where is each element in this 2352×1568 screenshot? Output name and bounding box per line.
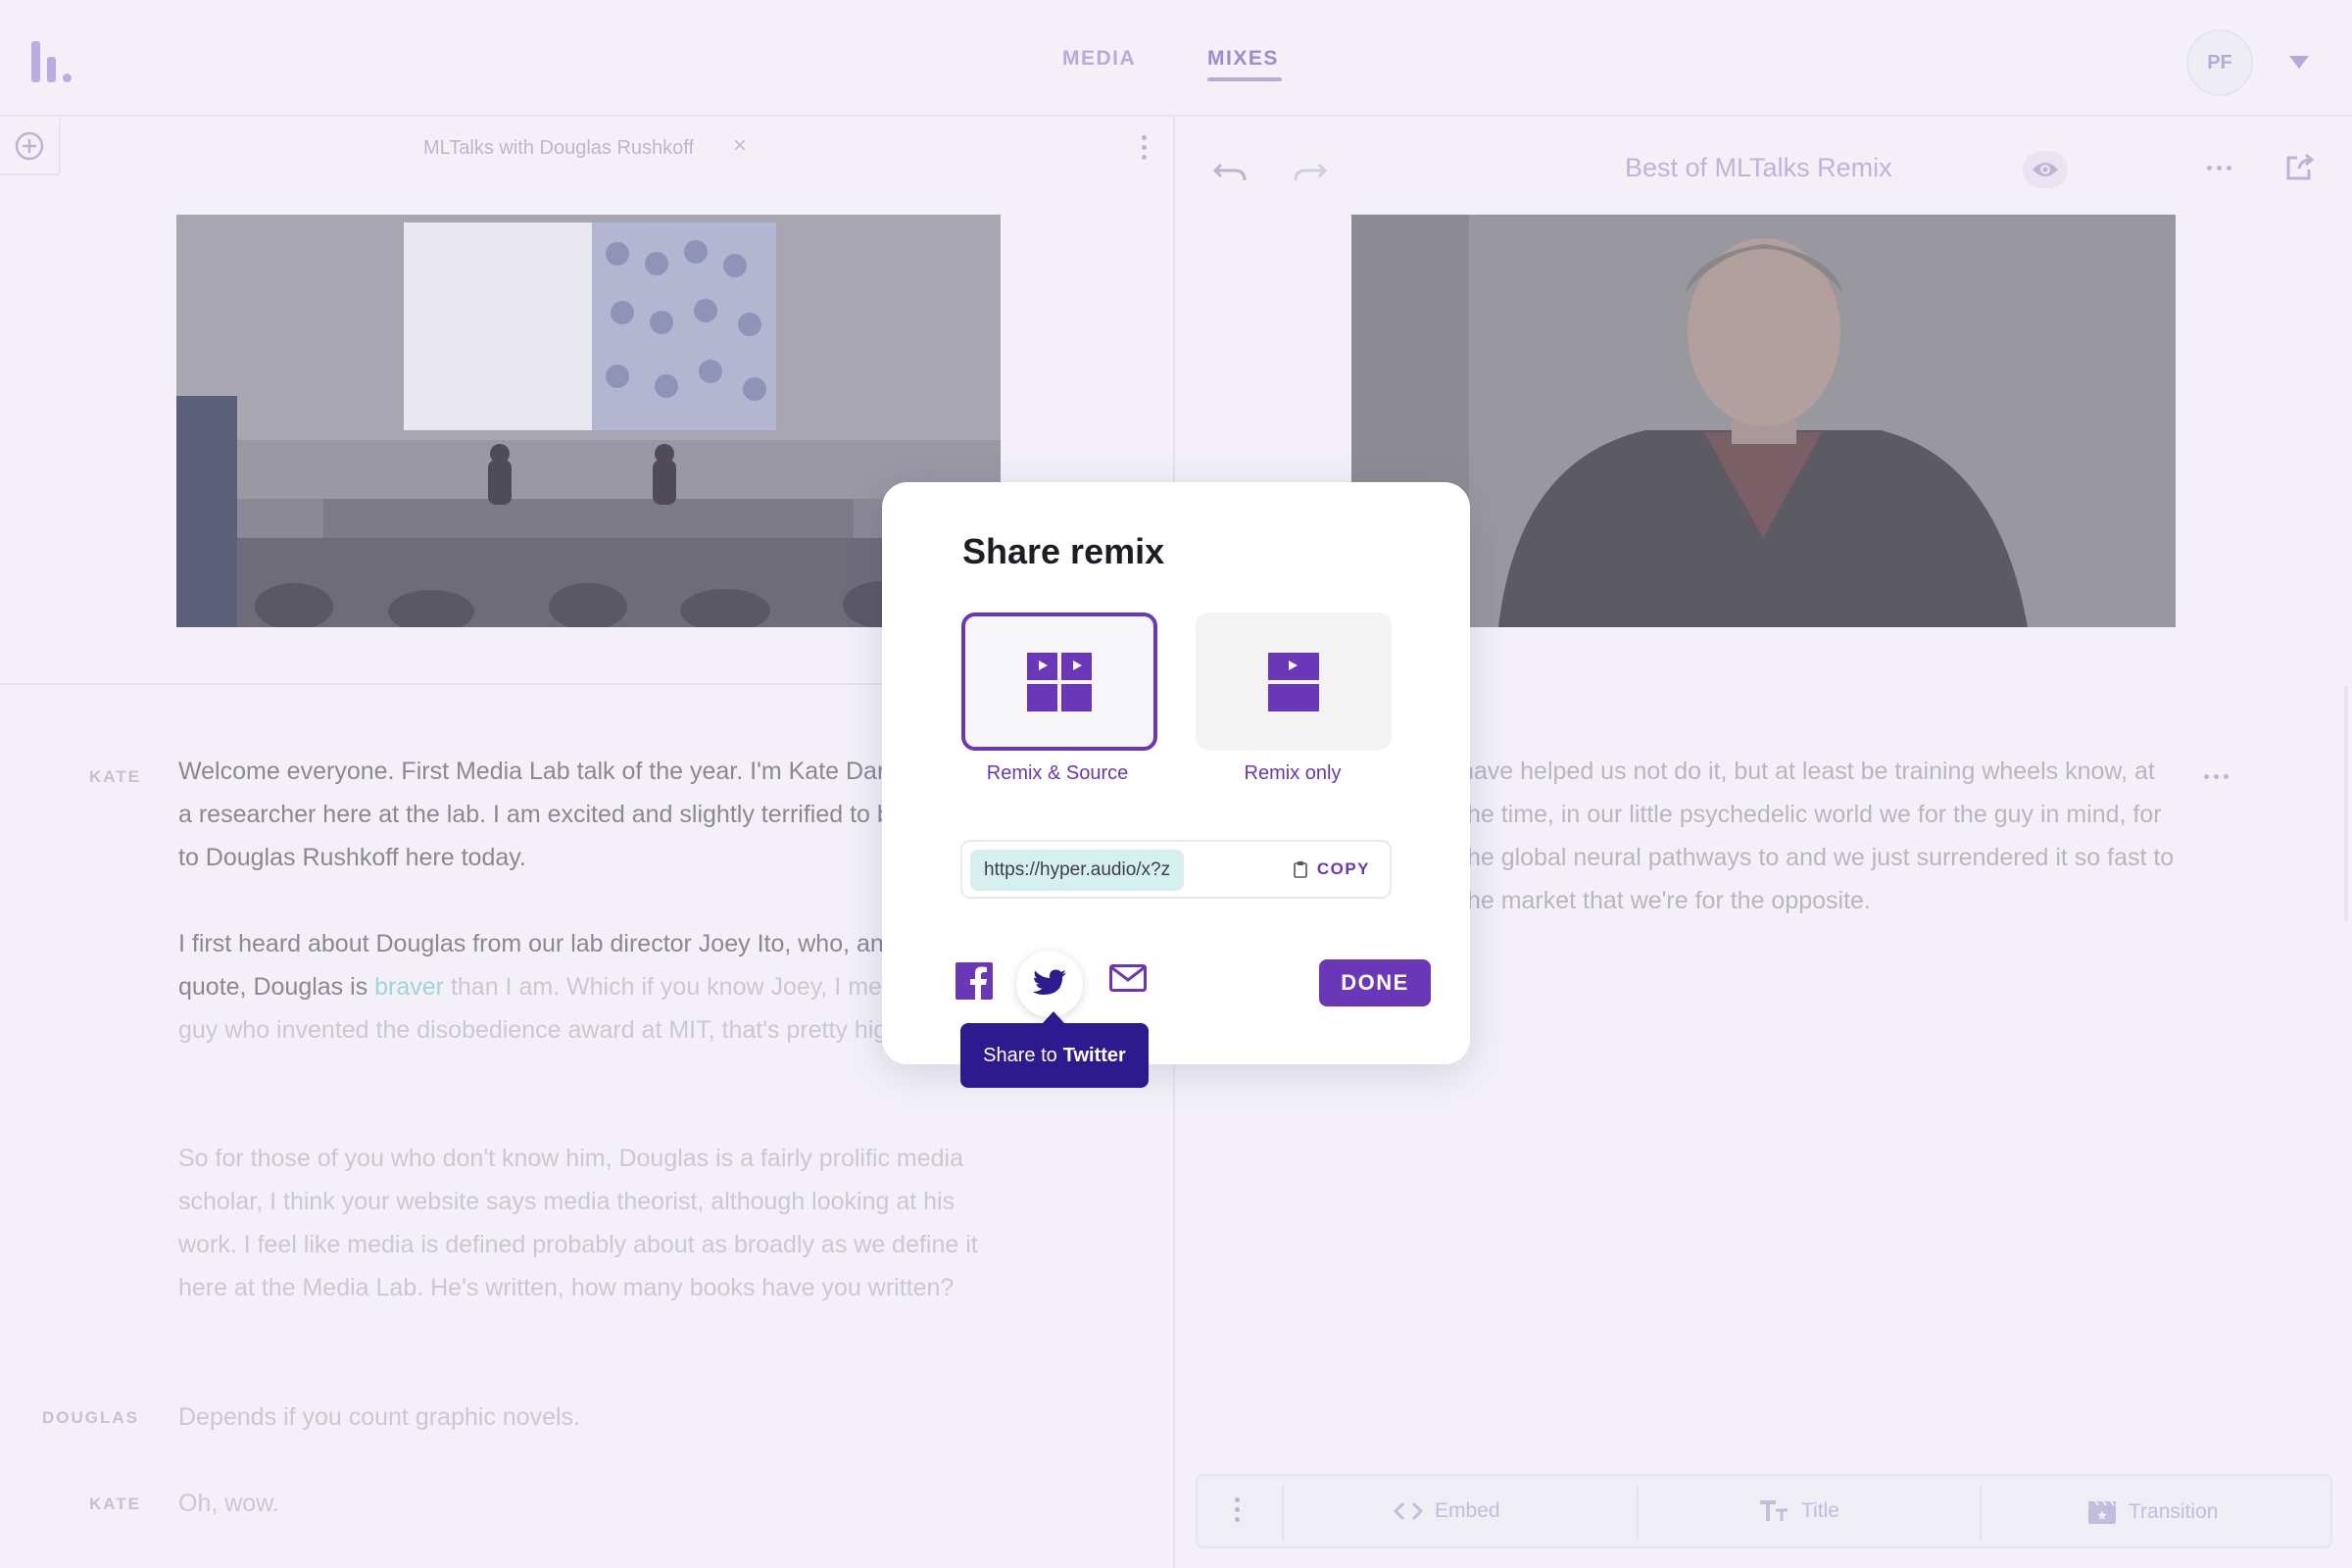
remix-transcript[interactable]: have helped us not do it, but at least b… xyxy=(1460,750,2185,922)
share-url[interactable]: https://hyper.audio/x?z xyxy=(970,850,1185,891)
transition-button[interactable]: Transition xyxy=(2087,1499,2218,1525)
transcript-paragraph[interactable]: Welcome everyone. First Media Lab talk o… xyxy=(178,750,982,879)
share-link-field[interactable]: https://hyper.audio/x?z COPY xyxy=(960,840,1392,899)
option-remix-and-source[interactable] xyxy=(961,612,1157,751)
eye-icon xyxy=(2033,163,2058,176)
redo-icon[interactable] xyxy=(1290,155,1329,184)
tooltip-target: Twitter xyxy=(1062,1044,1126,1066)
copy-label: COPY xyxy=(1316,859,1370,878)
close-icon[interactable]: × xyxy=(733,132,747,160)
remix-title[interactable]: Best of MLTalks Remix xyxy=(1625,153,1892,183)
add-tab-button[interactable] xyxy=(0,119,61,175)
transcript-paragraph[interactable]: Oh, wow. xyxy=(178,1482,982,1525)
video-icon xyxy=(1268,652,1319,711)
paragraph-more-icon[interactable] xyxy=(2204,774,2229,779)
highlighted-word[interactable]: braver xyxy=(374,973,444,1001)
clapper-icon xyxy=(2088,1500,2116,1524)
more-horizontal-icon[interactable] xyxy=(2207,166,2231,171)
toolbar-separator xyxy=(1637,1486,1639,1541)
twitter-icon xyxy=(1032,969,1066,995)
speaker-label: DOUGLAS xyxy=(42,1408,139,1427)
share-tooltip: Share to Twitter xyxy=(960,1023,1149,1088)
user-avatar[interactable]: PF xyxy=(2186,29,2253,96)
transition-label: Transition xyxy=(2129,1500,2219,1523)
title-button[interactable]: Title xyxy=(1758,1499,1839,1523)
facebook-button[interactable] xyxy=(956,962,993,1000)
embed-label: Embed xyxy=(1435,1499,1500,1522)
left-pane-toolbar: MLTalks with Douglas Rushkoff × xyxy=(0,119,1173,175)
transcript-paragraph[interactable]: So for those of you who don't know him, … xyxy=(178,1137,982,1309)
facebook-icon xyxy=(956,962,993,1000)
source-video[interactable] xyxy=(176,215,1001,627)
title-label: Title xyxy=(1801,1499,1839,1522)
email-button[interactable] xyxy=(1109,964,1147,992)
option-label[interactable]: Remix only xyxy=(1185,762,1400,785)
plus-circle-icon xyxy=(15,131,44,161)
preview-button[interactable] xyxy=(2023,151,2068,188)
app-logo[interactable] xyxy=(31,41,74,82)
code-icon xyxy=(1394,1501,1423,1521)
nav-mixes[interactable]: MIXES xyxy=(1207,47,1279,71)
share-remix-modal: Share remix Remix & Source Remix only ht… xyxy=(882,482,1470,1064)
transcript-paragraph[interactable]: I first heard about Douglas from our lab… xyxy=(178,922,982,1052)
undo-icon[interactable] xyxy=(1211,155,1250,184)
clipboard-icon xyxy=(1294,861,1307,878)
twitter-button[interactable] xyxy=(1016,951,1083,1017)
stage-video-frame xyxy=(176,215,1001,627)
toolbar-separator xyxy=(1282,1486,1284,1541)
share-icon[interactable] xyxy=(2283,152,2315,183)
embed-button[interactable]: Embed xyxy=(1394,1499,1500,1523)
remix-video[interactable] xyxy=(1351,215,2176,627)
copy-button[interactable]: COPY xyxy=(1294,859,1370,879)
speaker-label: KATE xyxy=(89,767,142,786)
chevron-down-icon[interactable] xyxy=(2289,56,2309,69)
option-label[interactable]: Remix & Source xyxy=(950,762,1165,785)
option-remix-only[interactable] xyxy=(1196,612,1392,751)
speaker-label: KATE xyxy=(89,1494,142,1513)
modal-title: Share remix xyxy=(962,531,1165,571)
nav-media[interactable]: MEDIA xyxy=(1062,47,1136,71)
top-bar: MEDIA MIXES PF xyxy=(0,0,2352,117)
done-button[interactable]: DONE xyxy=(1319,959,1431,1006)
text-size-icon xyxy=(1760,1500,1788,1521)
mail-icon xyxy=(1109,964,1147,992)
toolbar-separator xyxy=(1980,1486,1982,1541)
media-tab-title[interactable]: MLTalks with Douglas Rushkoff xyxy=(423,137,694,160)
more-vertical-icon[interactable] xyxy=(1142,135,1147,160)
nav-active-indicator xyxy=(1207,77,1282,81)
split-video-icon xyxy=(1027,652,1092,711)
scrollbar[interactable] xyxy=(2344,686,2348,921)
remix-toolbar: Embed Title Transition xyxy=(1196,1474,2332,1548)
drag-handle-icon[interactable] xyxy=(1235,1497,1240,1522)
tooltip-prefix: Share to xyxy=(983,1044,1057,1066)
speaker-video-frame xyxy=(1351,215,2176,627)
transcript-paragraph[interactable]: Depends if you count graphic novels. xyxy=(178,1396,982,1439)
